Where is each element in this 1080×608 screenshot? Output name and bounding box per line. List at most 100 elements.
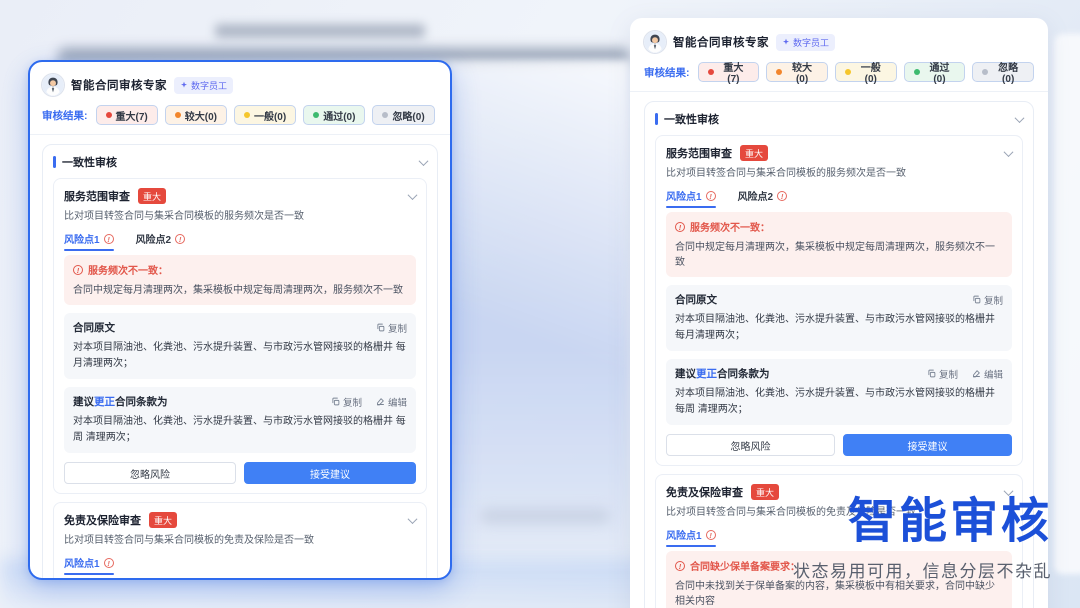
filter-label: 较大(0): [185, 108, 217, 123]
review-card-head: 免责及保险审查 重大: [64, 512, 416, 528]
risk-point-tabs: 风险点1 风险点2: [666, 188, 1012, 208]
review-card-description: 比对项目转签合同与集采合同模板的服务频次是否一致: [666, 167, 1012, 181]
contract-original-text: 对本项目隔油池、化粪池、污水提升装置、与市政污水管网接驳的格栅井 每月清理两次；: [73, 340, 407, 372]
tab-label: 风险点1: [666, 527, 702, 542]
risk-alert: 服务频次不一致： 合同中规定每月清理两次，集采模板中规定每周清理两次，服务频次不…: [64, 255, 416, 305]
filter-label: 重大(7): [718, 59, 750, 85]
warning-circle-icon: [104, 234, 114, 244]
status-dot: [313, 112, 319, 118]
warning-circle-icon: [675, 222, 685, 232]
chevron-down-icon[interactable]: [1015, 113, 1025, 123]
filter-severity-major[interactable]: 重大(7): [96, 105, 158, 125]
panel-title: 智能合同审核专家: [71, 77, 167, 93]
filter-label: 通过(0): [323, 108, 355, 123]
tab-risk-point-1[interactable]: 风险点1: [666, 527, 716, 547]
tab-risk-point-1[interactable]: 风险点1: [64, 231, 114, 251]
divider: [30, 134, 450, 135]
section-title: 一致性审核: [62, 154, 117, 170]
section-title: 一致性审核: [664, 111, 719, 127]
review-results-bar: 审核结果: 重大(7) 较大(0) 一般(0) 通过(0) 忽略(0): [644, 61, 1034, 83]
highlight-correct: 更正: [94, 396, 115, 408]
risk-point-tabs: 风险点1: [64, 555, 416, 575]
copy-icon: [376, 323, 385, 332]
warning-circle-icon: [675, 561, 685, 571]
tab-label: 风险点1: [64, 555, 100, 570]
background-right-strip: [1054, 34, 1080, 574]
severity-badge: 重大: [740, 145, 768, 161]
edit-icon: [376, 397, 385, 406]
ignore-risk-button[interactable]: 忽略风险: [666, 434, 835, 456]
copy-button[interactable]: 复制: [331, 395, 362, 409]
avatar: [42, 74, 64, 96]
filter-label: 通过(0): [924, 59, 956, 85]
review-card-title: 服务范围审查: [64, 188, 130, 204]
chevron-down-icon[interactable]: [408, 190, 418, 200]
sparkle-icon: [782, 38, 790, 46]
warning-circle-icon: [706, 191, 716, 201]
panel-header: 智能合同审核专家 数字员工: [644, 29, 1034, 55]
review-card-title: 免责及保险审查: [64, 512, 141, 528]
copy-icon: [972, 295, 981, 304]
edit-button[interactable]: 编辑: [972, 367, 1003, 381]
filter-severity-normal[interactable]: 一般(0): [835, 62, 897, 82]
copy-button[interactable]: 复制: [376, 321, 407, 335]
suggested-clause-box: 建议更正合同条款为 复制 编辑 对本项目隔油: [64, 387, 416, 453]
filter-severity-large[interactable]: 较大(0): [165, 105, 227, 125]
filter-label: 忽略(0): [392, 108, 424, 123]
copy-button-label: 复制: [984, 293, 1003, 307]
edit-button[interactable]: 编辑: [376, 395, 407, 409]
status-dot: [106, 112, 112, 118]
tab-risk-point-2[interactable]: 风险点2: [738, 188, 788, 208]
chevron-down-icon[interactable]: [408, 514, 418, 524]
tab-risk-point-2[interactable]: 风险点2: [136, 231, 186, 251]
copy-icon: [331, 397, 340, 406]
filter-severity-pass[interactable]: 通过(0): [303, 105, 365, 125]
status-dot: [776, 69, 782, 75]
tab-label: 风险点1: [666, 188, 702, 203]
filter-label: 重大(7): [116, 108, 148, 123]
risk-alert-body: 合同中未找到关于保单备案的内容，集采模板中有相关要求，合同中缺少相关内容: [675, 579, 1003, 608]
risk-alert-title: 服务频次不一致：: [690, 219, 770, 234]
chevron-down-icon[interactable]: [1004, 147, 1014, 157]
contract-review-panel-highlighted: 智能合同审核专家 数字员工 审核结果: 重大(7) 较大(0) 一般(0) 通过…: [28, 60, 452, 580]
accept-suggestion-button[interactable]: 接受建议: [244, 462, 416, 484]
risk-alert: 合同缺少保单备案要求： 合同中未找到关于保单备案的内容，集采模板中有相关要求，合…: [64, 579, 416, 580]
quote-head: 建议更正合同条款为 复制 编辑: [73, 394, 407, 409]
panel-title: 智能合同审核专家: [673, 34, 769, 50]
copy-button[interactable]: 复制: [972, 293, 1003, 307]
accept-suggestion-button[interactable]: 接受建议: [843, 434, 1012, 456]
tab-label: 风险点2: [136, 231, 172, 246]
digital-employee-badge: 数字员工: [776, 34, 835, 51]
digital-employee-badge: 数字员工: [174, 77, 233, 94]
filter-severity-major[interactable]: 重大(7): [698, 62, 760, 82]
tab-risk-point-1[interactable]: 风险点1: [64, 555, 114, 575]
contract-original-text: 对本项目隔油池、化粪池、污水提升装置、与市政污水管网接驳的格栅井 每月清理两次；: [675, 312, 1003, 344]
filter-label: 一般(0): [254, 108, 286, 123]
suggested-clause-title: 建议更正合同条款为: [73, 394, 168, 409]
ignore-risk-button[interactable]: 忽略风险: [64, 462, 236, 484]
filter-severity-large[interactable]: 较大(0): [766, 62, 828, 82]
status-dot: [708, 69, 714, 75]
copy-button[interactable]: 复制: [927, 367, 958, 381]
section-header: 一致性审核: [53, 154, 427, 170]
contract-original-title: 合同原文: [73, 320, 115, 335]
review-card-title: 服务范围审查: [666, 145, 732, 161]
page: 智能合同审核专家 数字员工 审核结果: 重大(7) 较大(0) 一般(0) 通过…: [0, 0, 1080, 608]
filter-label: 一般(0): [855, 59, 887, 85]
copy-button-label: 复制: [388, 321, 407, 335]
tab-risk-point-1[interactable]: 风险点1: [666, 188, 716, 208]
panel-header: 智能合同审核专家 数字员工: [42, 72, 438, 98]
avatar-illustration: [42, 74, 64, 96]
edit-button-label: 编辑: [388, 395, 407, 409]
review-card-description: 比对项目转签合同与集采合同模板的服务频次是否一致: [64, 210, 416, 224]
filter-severity-pass[interactable]: 通过(0): [904, 62, 966, 82]
chevron-down-icon[interactable]: [419, 156, 429, 166]
suggested-clause-title: 建议更正合同条款为: [675, 366, 770, 381]
filter-severity-ignored[interactable]: 忽略(0): [372, 105, 434, 125]
filter-severity-normal[interactable]: 一般(0): [234, 105, 296, 125]
filter-severity-ignored[interactable]: 忽略(0): [972, 62, 1034, 82]
risk-alert-title-row: 服务频次不一致：: [73, 262, 407, 277]
contract-original-box: 合同原文 复制 对本项目隔油池、化粪池、污水提升装置、与市政污水管网接驳的格栅井…: [64, 313, 416, 379]
review-card-service-scope: 服务范围审查 重大 比对项目转签合同与集采合同模板的服务频次是否一致 风险点1 …: [53, 178, 427, 494]
review-results-label: 审核结果:: [644, 65, 690, 80]
